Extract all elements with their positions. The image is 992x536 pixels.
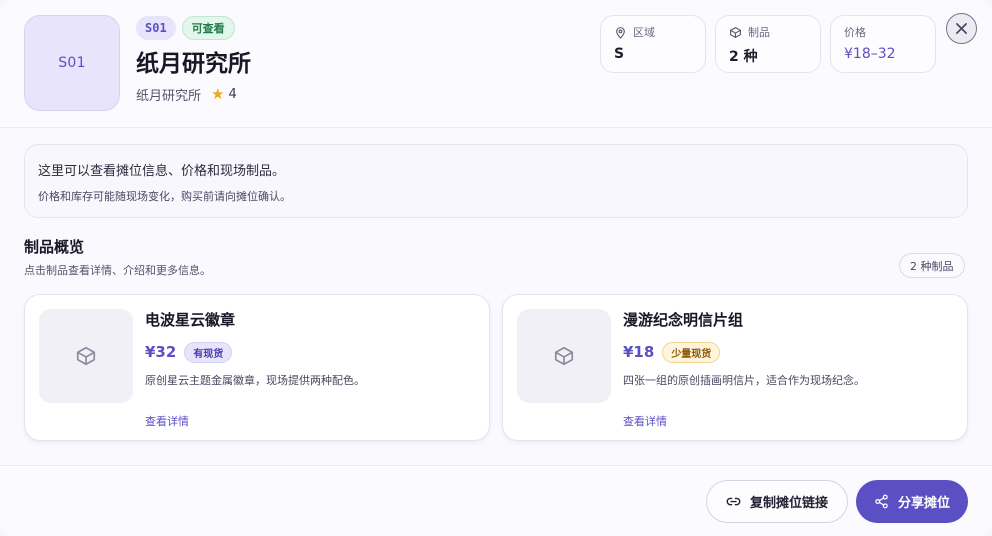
stat-label-products: 制品 <box>729 25 807 39</box>
booth-sub-row: 纸月研究所 ★ 4 <box>136 85 251 105</box>
view-details-link[interactable]: 查看详情 <box>145 413 189 429</box>
share-button[interactable]: 分享摊位 <box>856 480 968 523</box>
star-icon: ★ <box>211 85 225 103</box>
view-details-link[interactable]: 查看详情 <box>623 413 667 429</box>
package-icon <box>554 346 574 366</box>
badge-row: S01 可查看 <box>136 15 251 41</box>
booth-code-badge: S01 <box>136 16 176 40</box>
price-row: ¥18 少量现货 <box>623 341 955 363</box>
product-price: ¥32 <box>145 343 177 361</box>
product-name: 漫游纪念明信片组 <box>623 311 744 329</box>
status-badge: 可查看 <box>181 16 235 40</box>
stat-value-area: S <box>614 46 625 62</box>
rating-value: 4 <box>228 87 237 102</box>
product-name: 电波星云徽章 <box>145 311 236 329</box>
notice-sub-text: 价格和库存可能随现场变化，购买前请向摊位确认。 <box>38 190 291 203</box>
modal-footer: 复制摊位链接 分享摊位 <box>0 465 992 536</box>
product-info: 漫游纪念明信片组 ¥18 少量现货 四张一组的原创插画明信片，适合作为现场纪念。 <box>623 310 955 388</box>
stat-card-price: 价格 ¥18–32 <box>830 15 936 73</box>
product-description: 四张一组的原创插画明信片，适合作为现场纪念。 <box>623 374 865 387</box>
stock-badge: 少量现货 <box>662 341 721 363</box>
product-thumbnail <box>39 309 133 403</box>
stat-label-price: 价格 <box>844 25 922 39</box>
stat-label-area: 区域 <box>614 25 692 39</box>
map-pin-icon <box>616 26 625 38</box>
close-button[interactable] <box>946 13 977 44</box>
close-icon <box>956 23 967 34</box>
product-card[interactable]: 漫游纪念明信片组 ¥18 少量现货 四张一组的原创插画明信片，适合作为现场纪念。… <box>502 294 968 441</box>
copy-link-label: 复制摊位链接 <box>749 496 828 511</box>
stat-value-price: ¥18–32 <box>844 46 896 62</box>
booth-header: S01 S01 可查看 纸月研究所 纸月研究所 ★ 4 区域 S 制品 2 种 … <box>0 0 992 128</box>
share-icon <box>875 494 888 509</box>
package-icon <box>76 346 96 366</box>
stock-badge: 有现货 <box>184 341 233 363</box>
section-title: 制品概览 <box>24 238 85 256</box>
share-label: 分享摊位 <box>897 496 950 511</box>
product-thumbnail <box>517 309 611 403</box>
copy-link-button[interactable]: 复制摊位链接 <box>706 480 848 523</box>
stat-value-products: 2 种 <box>729 49 758 65</box>
price-row: ¥32 有现货 <box>145 341 477 363</box>
booth-logo-text: S01 <box>58 55 86 71</box>
product-description: 原创星云主题金属徽章，现场提供两种配色。 <box>145 374 365 387</box>
section-subtitle: 点击制品查看详情、介绍和更多信息。 <box>24 264 211 277</box>
stat-label-text: 价格 <box>844 26 866 39</box>
info-notice: 这里可以查看摊位信息、价格和现场制品。 价格和库存可能随现场变化，购买前请向摊位… <box>24 144 968 218</box>
booth-logo: S01 <box>24 15 120 111</box>
circle-name: 纸月研究所 <box>136 89 202 104</box>
booth-title-block: S01 可查看 纸月研究所 纸月研究所 ★ 4 <box>136 15 251 104</box>
page-title: 纸月研究所 <box>136 51 251 77</box>
stat-label-text: 制品 <box>748 26 770 39</box>
product-card[interactable]: 电波星云徽章 ¥32 有现货 原创星云主题金属徽章，现场提供两种配色。 查看详情 <box>24 294 490 441</box>
stat-cards: 区域 S 制品 2 种 价格 ¥18–32 <box>600 15 936 73</box>
booth-detail-modal: S01 S01 可查看 纸月研究所 纸月研究所 ★ 4 区域 S 制品 2 种 … <box>0 0 992 536</box>
stat-card-area: 区域 S <box>600 15 706 73</box>
product-price: ¥18 <box>623 343 655 361</box>
product-count-chip: 2 种制品 <box>899 253 965 278</box>
stat-card-products: 制品 2 种 <box>715 15 821 73</box>
rating: ★ 4 <box>211 85 237 103</box>
stat-label-text: 区域 <box>633 26 655 39</box>
link-icon <box>726 497 741 506</box>
package-icon <box>730 26 741 38</box>
notice-main-text: 这里可以查看摊位信息、价格和现场制品。 <box>38 164 286 179</box>
product-info: 电波星云徽章 ¥32 有现货 原创星云主题金属徽章，现场提供两种配色。 <box>145 310 477 388</box>
